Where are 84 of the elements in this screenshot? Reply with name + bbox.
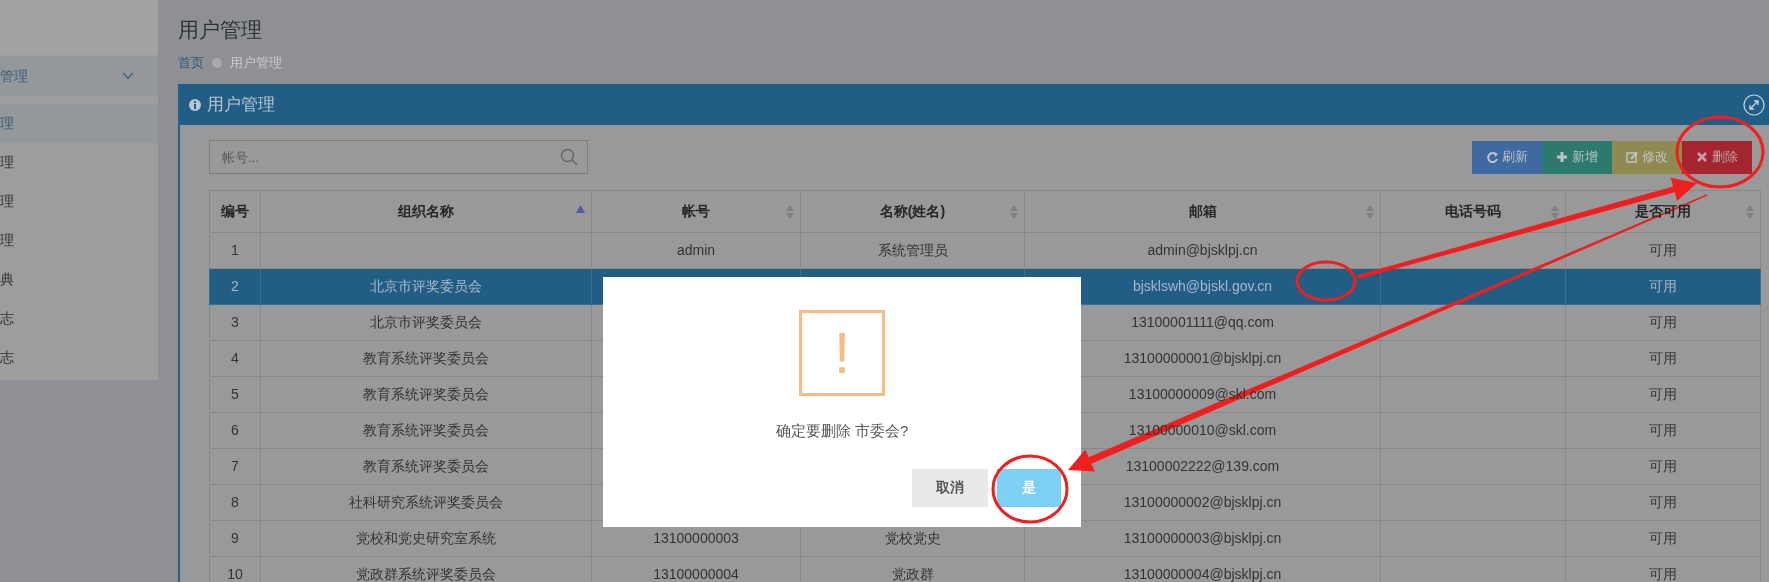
sort-ascending-icon <box>576 205 585 213</box>
column-header[interactable]: 电话号码 <box>1380 190 1566 233</box>
sidebar-item[interactable]: 理 <box>0 221 158 260</box>
delete-button[interactable]: 删除 <box>1682 140 1752 174</box>
refresh-icon <box>1486 151 1498 163</box>
sidebar-item[interactable]: 志 <box>0 338 158 377</box>
info-icon <box>189 98 201 111</box>
table-cell: admin@bjsklpj.cn <box>1147 242 1258 258</box>
table-cell: 教育系统评奖委员会 <box>363 422 489 438</box>
table-cell: 教育系统评奖委员会 <box>363 350 489 366</box>
table-cell: 13100000001@bjsklpj.cn <box>1123 350 1282 366</box>
table-cell: 3 <box>231 314 239 330</box>
breadcrumb-separator <box>212 58 222 68</box>
sort-icon <box>1746 205 1754 219</box>
table-cell: 党政群 <box>891 566 934 582</box>
edit-icon <box>1626 151 1638 163</box>
annotation-circle <box>1295 260 1357 302</box>
table-cell: 可用 <box>1649 422 1677 438</box>
panel-title: 用户管理 <box>207 93 275 116</box>
search-icon <box>560 148 578 166</box>
table-cell: bjsklswh@bjskl.gov.cn <box>1132 278 1273 294</box>
table-cell: 9 <box>231 530 239 546</box>
table-cell: 13100000003 <box>653 530 739 546</box>
table-row[interactable]: 10 党政群系统评奖委员会 13100000004 党政群 13100000004@bjsklpj.cn 可用 <box>209 556 1761 582</box>
expand-icon[interactable] <box>1743 93 1765 116</box>
table-cell: 4 <box>231 350 239 366</box>
table-cell: 可用 <box>1649 530 1677 546</box>
sort-icon <box>1366 205 1374 219</box>
table-cell: 党校党史 <box>884 530 941 546</box>
table-cell: 可用 <box>1649 386 1677 402</box>
table-cell: 教育系统评奖委员会 <box>363 386 489 402</box>
table-cell: 可用 <box>1649 494 1677 510</box>
table-cell: 13100000002@bjsklpj.cn <box>1123 494 1282 510</box>
table-cell: admin <box>676 242 716 258</box>
table-cell: 北京市评奖委员会 <box>370 314 482 330</box>
sidebar-item[interactable]: 理 <box>0 104 158 143</box>
table-cell: 党政群系统评奖委员会 <box>356 566 496 582</box>
sort-icon <box>786 205 794 219</box>
plus-icon <box>1556 151 1568 163</box>
table-cell: 6 <box>231 422 239 438</box>
table-cell: 系统管理员 <box>877 242 948 258</box>
sidebar-item[interactable]: 理 <box>0 143 158 182</box>
table-cell: 5 <box>231 386 239 402</box>
table-cell: 13100001111@qq.com <box>1131 314 1274 330</box>
sort-icon <box>1551 205 1559 219</box>
refresh-button[interactable]: 刷新 <box>1472 140 1542 174</box>
column-header[interactable]: 组织名称 <box>260 190 592 233</box>
warning-icon: ! <box>799 310 885 396</box>
table-cell: 13100000004 <box>653 566 739 582</box>
table-cell: 13100002222@139.com <box>1125 458 1280 474</box>
table-cell: 社科研究系统评奖委员会 <box>349 494 503 510</box>
table-cell: 北京市评奖委员会 <box>370 278 482 294</box>
sidebar-item[interactable]: 志 <box>0 299 158 338</box>
table-cell: 2 <box>231 278 239 294</box>
search-field[interactable]: 帐号... <box>209 140 588 174</box>
table-cell: 1 <box>231 242 239 258</box>
sort-icon <box>1010 205 1018 219</box>
table-cell: 可用 <box>1649 350 1677 366</box>
dialog-message: 确定要删除 市委会? <box>775 421 909 441</box>
table-cell: 可用 <box>1649 566 1677 582</box>
sidebar-item[interactable]: 理 <box>0 182 158 221</box>
table-cell: 可用 <box>1649 458 1677 474</box>
page-title: 用户管理 <box>178 17 263 43</box>
add-button[interactable]: 新增 <box>1542 140 1612 174</box>
table-cell: 教育系统评奖委员会 <box>363 458 489 474</box>
table-cell: 10 <box>227 566 243 582</box>
column-header[interactable]: 邮箱 <box>1024 190 1381 233</box>
table-cell: 可用 <box>1649 278 1677 294</box>
chevron-down-icon <box>122 72 134 80</box>
table-cell: 7 <box>231 458 239 474</box>
column-header[interactable]: 编号 <box>209 190 261 233</box>
table-cell: 13100000003@bjsklpj.cn <box>1123 530 1282 546</box>
breadcrumb-link[interactable]: 首页 <box>178 53 204 73</box>
column-header[interactable]: 名称(姓名) <box>800 190 1025 233</box>
table-cell: 8 <box>231 494 239 510</box>
cancel-button[interactable]: 取消 <box>912 468 988 507</box>
column-header[interactable]: 帐号 <box>591 190 801 233</box>
close-icon <box>1696 151 1708 163</box>
table-cell: 13100000004@bjsklpj.cn <box>1123 566 1282 582</box>
table-cell: 可用 <box>1649 242 1677 258</box>
sidebar-item[interactable]: 典 <box>0 260 158 299</box>
table-cell: 党校和党史研究室系统 <box>356 530 496 546</box>
sidebar-group-label: 管理 <box>0 66 28 86</box>
table-cell: 可用 <box>1649 314 1677 330</box>
